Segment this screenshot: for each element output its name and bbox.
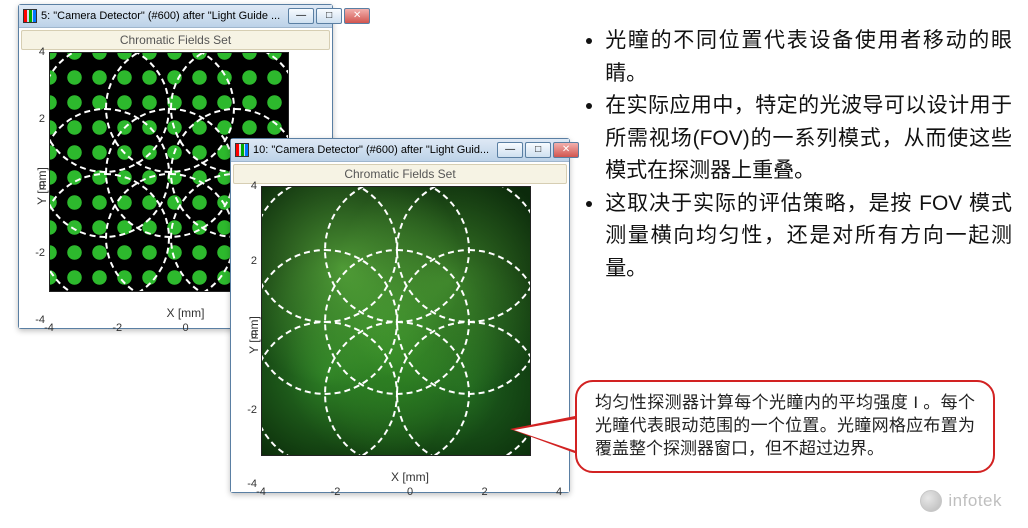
maximize-button[interactable]: □: [316, 8, 342, 24]
detector-plot-10: [261, 186, 531, 456]
titlebar[interactable]: 5: "Camera Detector" (#600) after "Light…: [19, 5, 332, 27]
callout-box: 均匀性探测器计算每个光瞳内的平均强度 I 。每个光瞳代表眼动范围的一个位置。光瞳…: [575, 380, 995, 473]
callout-text: 均匀性探测器计算每个光瞳内的平均强度 I 。每个光瞳代表眼动范围的一个位置。光瞳…: [595, 393, 975, 458]
close-button[interactable]: ✕: [344, 8, 370, 24]
x-axis-label: X [mm]: [261, 470, 559, 484]
bullet-item: 这取决于实际的评估策略，是按 FOV 模式测量横向均匀性，还是对所有方向一起测量…: [605, 188, 1012, 286]
watermark-text: infotek: [948, 491, 1002, 511]
chart-subheader: Chromatic Fields Set: [21, 30, 330, 50]
bullet-item: 在实际应用中，特定的光波导可以设计用于所需视场(FOV)的一系列模式，从而使这些…: [605, 90, 1012, 188]
minimize-button[interactable]: —: [288, 8, 314, 24]
chart-subheader: Chromatic Fields Set: [233, 164, 567, 184]
window-title: 5: "Camera Detector" (#600) after "Light…: [41, 10, 280, 22]
titlebar[interactable]: 10: "Camera Detector" (#600) after "Ligh…: [231, 139, 569, 161]
minimize-button[interactable]: —: [497, 142, 523, 158]
app-icon: [235, 143, 249, 157]
watermark-icon: [920, 490, 942, 512]
watermark: infotek: [920, 490, 1002, 512]
x-ticks: -4 -2 0 2 4: [261, 484, 559, 506]
window-title: 10: "Camera Detector" (#600) after "Ligh…: [253, 144, 489, 156]
y-ticks: 4 2 0 -2 -4: [233, 186, 261, 484]
app-icon: [23, 9, 37, 23]
bullet-item: 光瞳的不同位置代表设备使用者移动的眼睛。: [605, 25, 1012, 90]
y-ticks: 4 2 0 -2 -4: [21, 52, 49, 320]
explanation-bullets: 光瞳的不同位置代表设备使用者移动的眼睛。 在实际应用中，特定的光波导可以设计用于…: [540, 25, 1012, 285]
callout-arrow: [510, 415, 580, 455]
